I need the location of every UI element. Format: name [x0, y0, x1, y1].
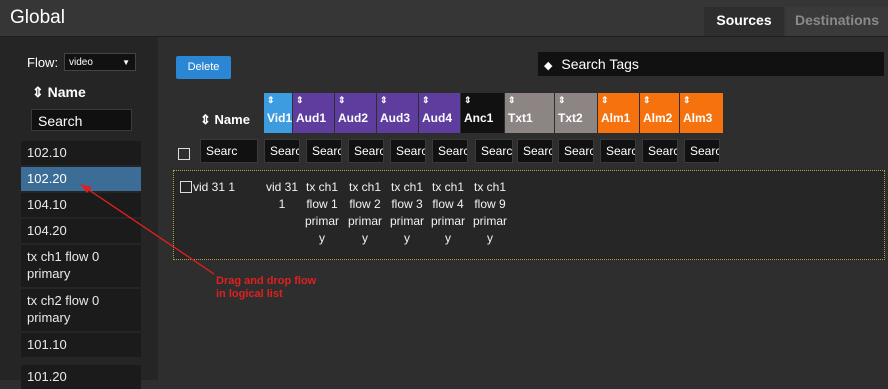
annotation-arrowhead — [80, 184, 92, 193]
annotation-text: Drag and drop flow in logical list — [216, 275, 317, 300]
annotation-arrow — [80, 184, 215, 275]
annotation-line — [85, 187, 215, 275]
